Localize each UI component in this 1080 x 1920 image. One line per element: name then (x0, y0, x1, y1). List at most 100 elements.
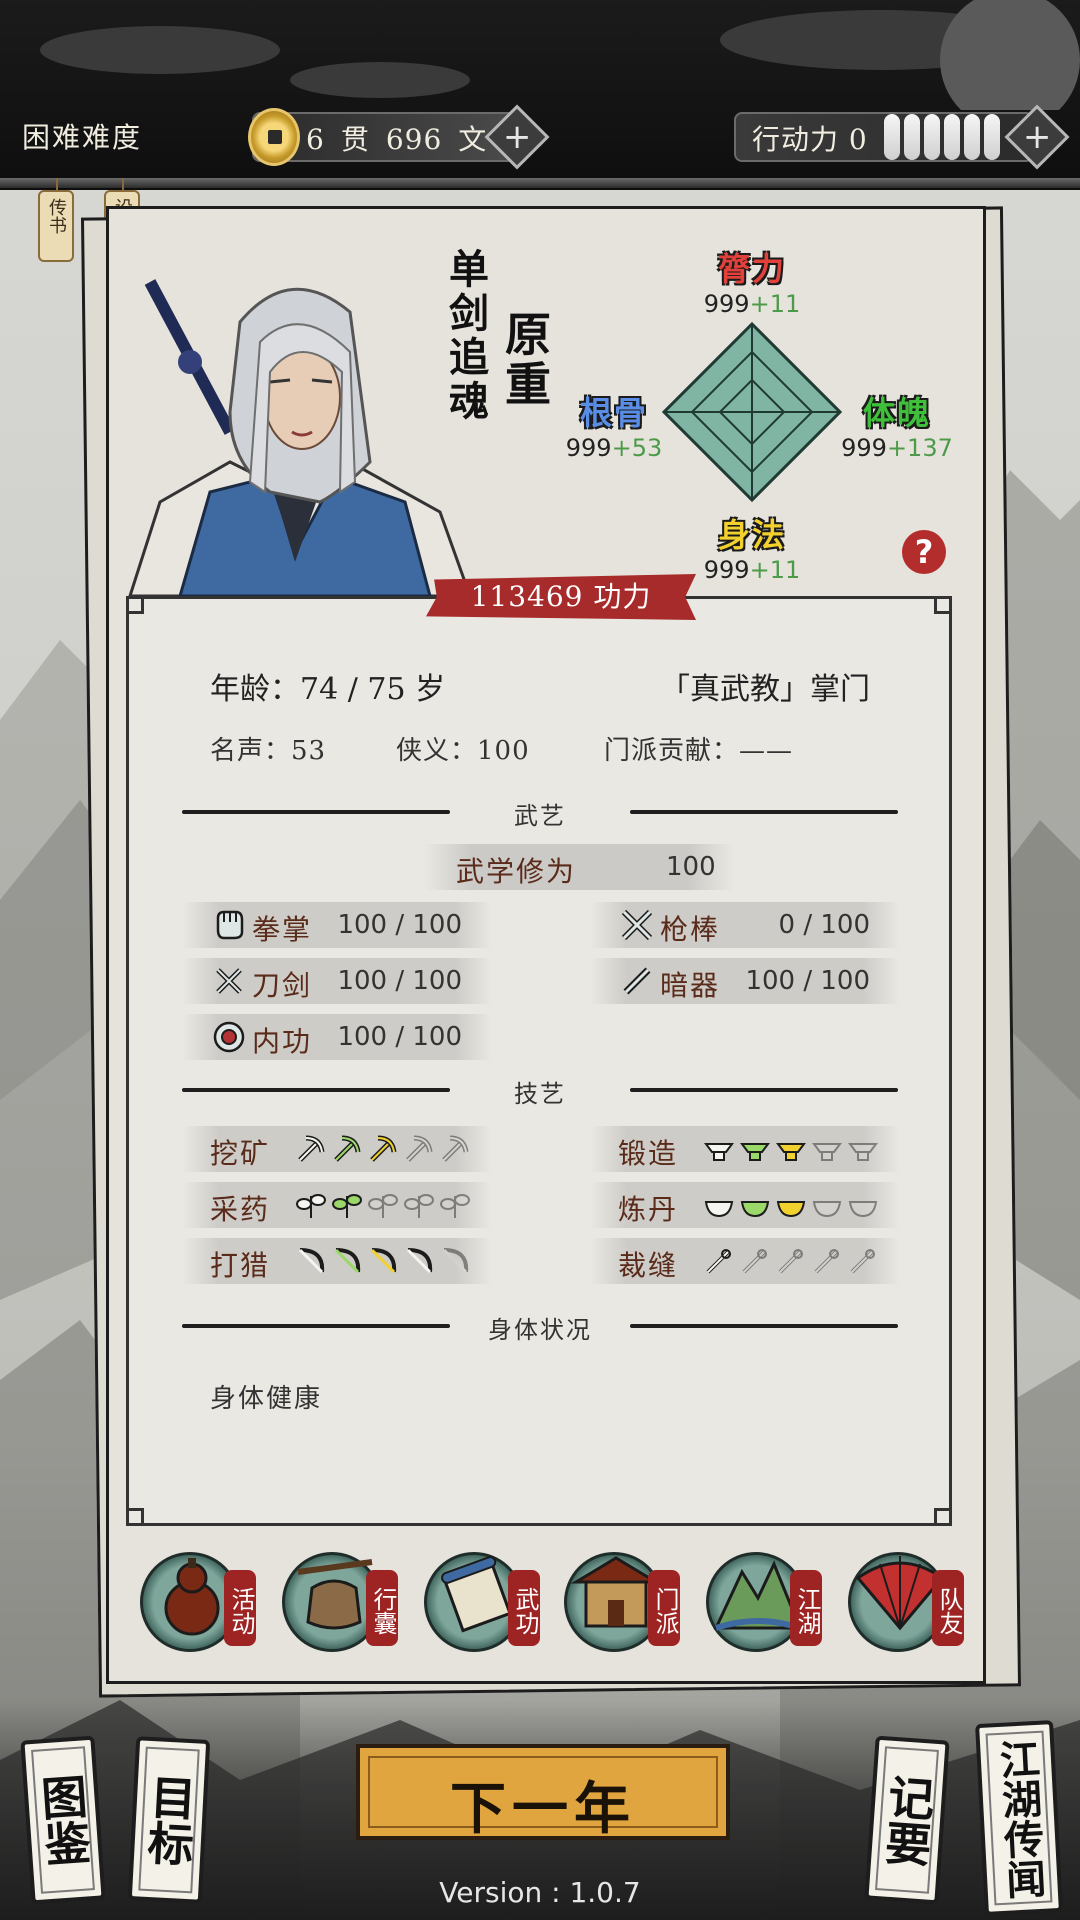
herb-icon (296, 1194, 326, 1218)
plus-icon: + (1022, 117, 1052, 157)
power-banner: 113469 功力 (426, 574, 696, 620)
menu-companions-button[interactable]: 队友 (840, 1548, 964, 1656)
herb-icon (440, 1194, 470, 1218)
bow-icon (298, 1248, 325, 1274)
anvil-icon (704, 1143, 734, 1161)
martial-section-title: 武艺 (514, 802, 566, 830)
martial-section-divider: 武艺 (182, 796, 898, 830)
notes-label: 记要 (876, 1772, 938, 1868)
herb-icon (332, 1194, 362, 1218)
bow-icon (406, 1248, 433, 1274)
craft-hunting-name: 打猎 (210, 1249, 271, 1282)
stat-agility-base: 999 (703, 556, 750, 584)
help-button[interactable]: ? (902, 530, 946, 574)
stat-agility: 身法 999+11 (690, 510, 814, 584)
needle-icon (850, 1249, 875, 1274)
herb-icon (404, 1194, 434, 1218)
skill-swords-value: 100 / 100 (337, 966, 462, 996)
stat-constitution-name: 根骨 (579, 394, 648, 432)
skill-row-fist: 拳掌 100 / 100 (182, 902, 492, 948)
mortar-icon (848, 1201, 878, 1218)
pickaxe-icon (406, 1135, 433, 1162)
needle-icon (814, 1249, 839, 1274)
spear-icon (621, 909, 653, 941)
craft-row-mining: 挖矿 (182, 1126, 492, 1172)
skill-fist-name: 拳掌 (252, 913, 313, 946)
contribution-label: 门派贡献：—— (604, 736, 794, 766)
stat-constitution: 根骨 999+53 (560, 388, 668, 462)
menu-inventory-button[interactable]: 行囊 (274, 1548, 398, 1656)
craft-tailoring-name: 裁缝 (618, 1249, 679, 1282)
menu-activity-button[interactable]: 活动 (132, 1548, 256, 1656)
skill-row-swords: 刀剑 100 / 100 (182, 958, 492, 1004)
menu-sect-button[interactable]: 门派 (556, 1548, 680, 1656)
mortar-icon (812, 1201, 842, 1218)
money-guan-unit: 贯 (340, 123, 370, 156)
anvil-icon (812, 1143, 842, 1161)
messages-tag-label: 传书 (46, 198, 67, 234)
bow-icon (334, 1248, 361, 1274)
top-bar-rail (0, 178, 1080, 188)
skill-dart-value: 100 / 100 (745, 966, 870, 996)
stat-physique-value: 999+137 (840, 434, 954, 462)
craft-herbs-name: 采药 (210, 1193, 271, 1226)
messages-tag[interactable]: 传书 (38, 178, 74, 262)
craft-row-herbs: 采药 (182, 1182, 492, 1228)
pickaxe-icon (442, 1135, 469, 1162)
mortar-icon (740, 1201, 770, 1218)
action-slot (964, 114, 980, 160)
fist-icon (216, 910, 244, 940)
stat-constitution-value: 999+53 (560, 434, 668, 462)
bow-icon (442, 1248, 469, 1274)
difficulty-label: 困难难度 (22, 121, 143, 154)
herb-icon (368, 1194, 398, 1218)
menu-jianghu-button[interactable]: 江湖 (698, 1548, 822, 1656)
plus-icon: + (502, 117, 532, 157)
menu-jianghu-label: 江湖 (790, 1570, 822, 1646)
chivalry-label: 侠义：100 (396, 736, 530, 766)
swords-icon (216, 968, 242, 994)
skill-fist-value: 100 / 100 (337, 910, 462, 940)
stat-agility-bonus: +11 (749, 556, 801, 584)
panel-corner (126, 1508, 144, 1526)
next-year-button[interactable]: 下一年 (356, 1744, 730, 1842)
skill-row-inner-energy: 内功 100 / 100 (182, 1014, 492, 1060)
action-slot (904, 114, 920, 160)
menu-activity-label: 活动 (224, 1570, 256, 1646)
character-title: 单剑追魂 (442, 248, 489, 424)
coin-icon (248, 108, 300, 166)
body-status-text: 身体健康 (210, 1384, 323, 1414)
mortar-icon (776, 1201, 806, 1218)
craft-row-forging: 锻造 (590, 1126, 900, 1172)
craft-tailoring-level (702, 1244, 880, 1278)
stat-radar-chart (662, 322, 842, 502)
craft-forging-name: 锻造 (618, 1137, 679, 1170)
skill-spear-value: 0 / 100 (778, 910, 870, 940)
stat-physique-base: 999 (841, 434, 887, 462)
inner-energy-icon (213, 1021, 245, 1053)
needle-icon (706, 1249, 731, 1274)
age-label: 年龄：74 / 75 岁 (210, 672, 446, 707)
menu-companions-label: 队友 (932, 1570, 964, 1646)
stat-constitution-bonus: +53 (611, 434, 663, 462)
needle-icon (742, 1249, 767, 1274)
stat-physique-bonus: +137 (886, 434, 953, 462)
next-year-label: 下一年 (450, 1776, 636, 1842)
anvil-icon (776, 1143, 806, 1161)
anvil-icon (740, 1143, 770, 1161)
pickaxe-icon (298, 1135, 325, 1162)
mortar-icon (704, 1201, 734, 1218)
body-section-divider: 身体状况 (182, 1310, 898, 1344)
skill-row-dart: 暗器 100 / 100 (590, 958, 900, 1004)
menu-martial-arts-button[interactable]: 武功 (416, 1548, 540, 1656)
character-portrait (128, 279, 472, 596)
money-guan-value: 6 (306, 123, 325, 156)
character-name: 原重 (498, 310, 552, 410)
fame-label: 名声：53 (210, 736, 327, 766)
menu-martial-arts-label: 武功 (508, 1570, 540, 1646)
stat-strength-base: 999 (703, 290, 750, 318)
stat-strength-name: 膂力 (717, 250, 786, 288)
action-slot (984, 114, 1000, 160)
skill-swords-name: 刀剑 (252, 969, 313, 1002)
martial-mastery-label: 武学修为 (456, 855, 577, 888)
